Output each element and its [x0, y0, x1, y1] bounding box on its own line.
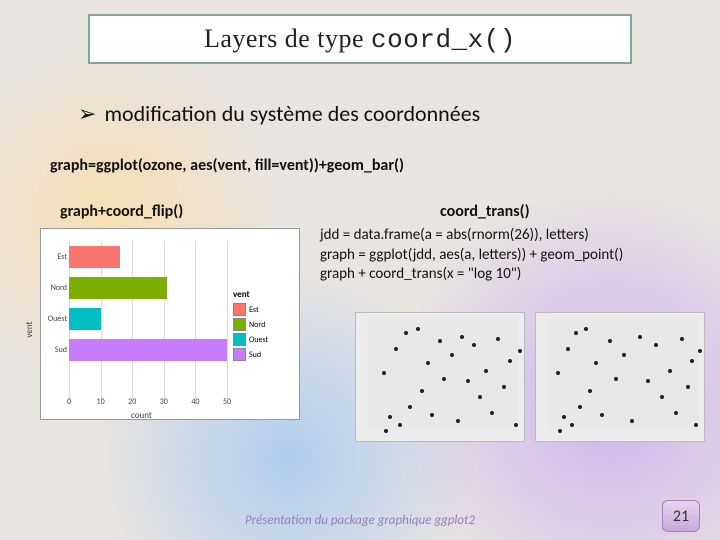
bar-cat: Nord [45, 283, 67, 293]
scatter-chart-2 [535, 312, 705, 442]
code-line-1: graph=ggplot(ozone, aes(vent, fill=vent)… [50, 156, 404, 175]
bullet-line: ➢ modification du système des coordonnées [78, 100, 480, 127]
right-chart-label: coord_trans() [440, 202, 530, 221]
legend-title: vent [233, 289, 293, 300]
legend: vent EstNordOuestSud [233, 289, 293, 363]
code-l3: graph + coord_trans(x = "log 10") [320, 265, 623, 285]
title-mono: coord_x() [371, 25, 516, 55]
title-box: Layers de type coord_x() [88, 14, 632, 64]
bullet-text: modification du système des coordonnées [104, 100, 480, 127]
bar-cat: Sud [45, 345, 67, 355]
code-block: jdd = data.frame(a = abs(rnorm(26)), let… [320, 226, 623, 285]
code-l1: jdd = data.frame(a = abs(rnorm(26)), let… [320, 226, 623, 246]
bar-cat: Ouest [45, 314, 67, 324]
bar [69, 277, 167, 299]
title-prefix: Layers de type [204, 24, 371, 53]
footer-text: Présentation du package graphique ggplot… [0, 513, 720, 528]
slide-title: Layers de type coord_x() [204, 24, 516, 55]
left-bars: EstNordOuestSud [69, 241, 227, 399]
scatter-field-1 [368, 319, 518, 429]
code-l2: graph = ggplot(jdd, aes(a, letters)) + g… [320, 246, 623, 266]
left-chart-label: graph+coord_flip() [60, 202, 183, 221]
scatter-chart-1 [355, 312, 525, 442]
scatter-field-2 [548, 319, 698, 429]
bar [69, 308, 101, 330]
left-chart: vent EstNordOuestSud 01020304050 count v… [40, 228, 300, 420]
left-ylabel: vent [24, 321, 35, 337]
left-xlabel: count [131, 410, 152, 421]
bar-cat: Est [45, 252, 67, 262]
bar [69, 339, 227, 361]
bullet-arrow-icon: ➢ [78, 101, 96, 126]
page-number: 21 [662, 500, 700, 532]
bar [69, 246, 120, 268]
